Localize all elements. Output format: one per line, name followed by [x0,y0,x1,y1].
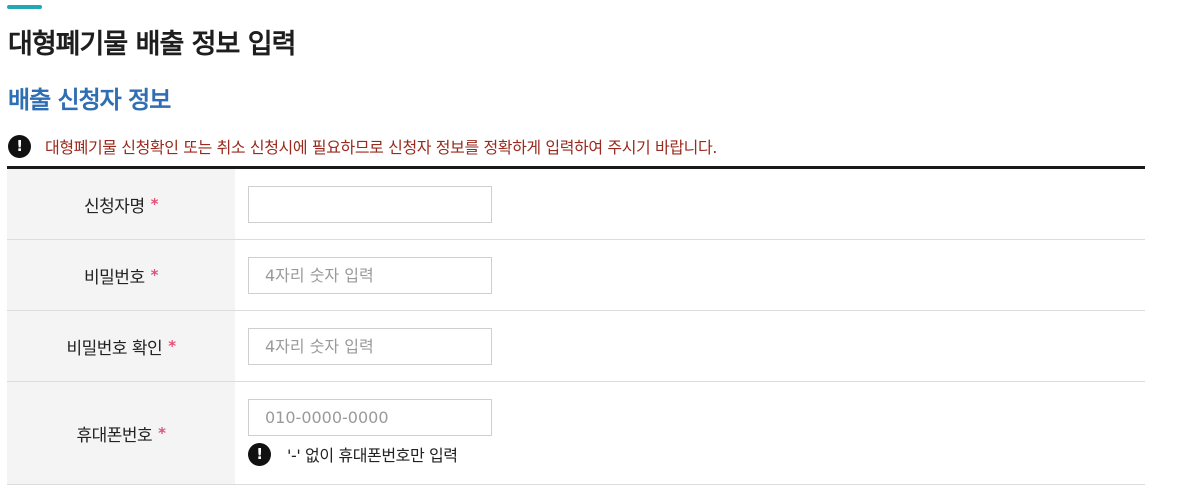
form-row-applicant-name: 신청자명 * [7,169,1145,240]
field-label: 신청자명 [84,196,145,217]
password-input[interactable] [248,257,492,294]
field-label-cell: 비밀번호 확인 * [7,311,235,381]
field-value-cell: ! '-' 없이 휴대폰번호만 입력 [235,382,1145,484]
form-row-password: 비밀번호 * [7,240,1145,311]
form-row-password-confirm: 비밀번호 확인 * [7,311,1145,382]
required-asterisk-icon: * [150,195,159,213]
required-asterisk-icon: * [168,337,176,355]
field-label: 비밀번호 확인 [66,338,163,359]
field-label-cell: 휴대폰번호 * [7,382,235,484]
password-confirm-input[interactable] [248,328,492,365]
notice-message: ! 대형폐기물 신청확인 또는 취소 신청시에 필요하므로 신청자 정보를 정확… [8,134,717,158]
field-value-cell [235,240,1145,310]
page-title: 대형폐기물 배출 정보 입력 [8,29,296,60]
field-label: 휴대폰번호 [76,425,153,446]
required-asterisk-icon: * [158,424,166,442]
phone-hint-text: '-' 없이 휴대폰번호만 입력 [287,446,458,465]
applicant-name-input[interactable] [248,186,492,223]
field-label: 비밀번호 [84,267,145,288]
applicant-form-table: 신청자명 * 비밀번호 * 비밀번호 확인 * 휴대폰번호 * 010-0000… [7,166,1145,485]
phone-number-input[interactable] [248,399,492,436]
field-label-cell: 신청자명 * [7,169,235,239]
title-accent-bar [7,5,42,9]
section-title: 배출 신청자 정보 [8,86,171,114]
required-asterisk-icon: * [150,266,159,284]
field-value-cell [235,169,1145,239]
exclamation-circle-icon: ! [8,134,31,158]
form-row-phone: 휴대폰번호 * ! '-' 없이 휴대폰번호만 입력 [7,382,1145,485]
notice-text: 대형폐기물 신청확인 또는 취소 신청시에 필요하므로 신청자 정보를 정확하게… [45,138,717,157]
field-label-cell: 비밀번호 * [7,240,235,310]
phone-hint: ! '-' 없이 휴대폰번호만 입력 [248,442,1145,466]
exclamation-circle-icon: ! [248,442,271,466]
field-value-cell [235,311,1145,381]
